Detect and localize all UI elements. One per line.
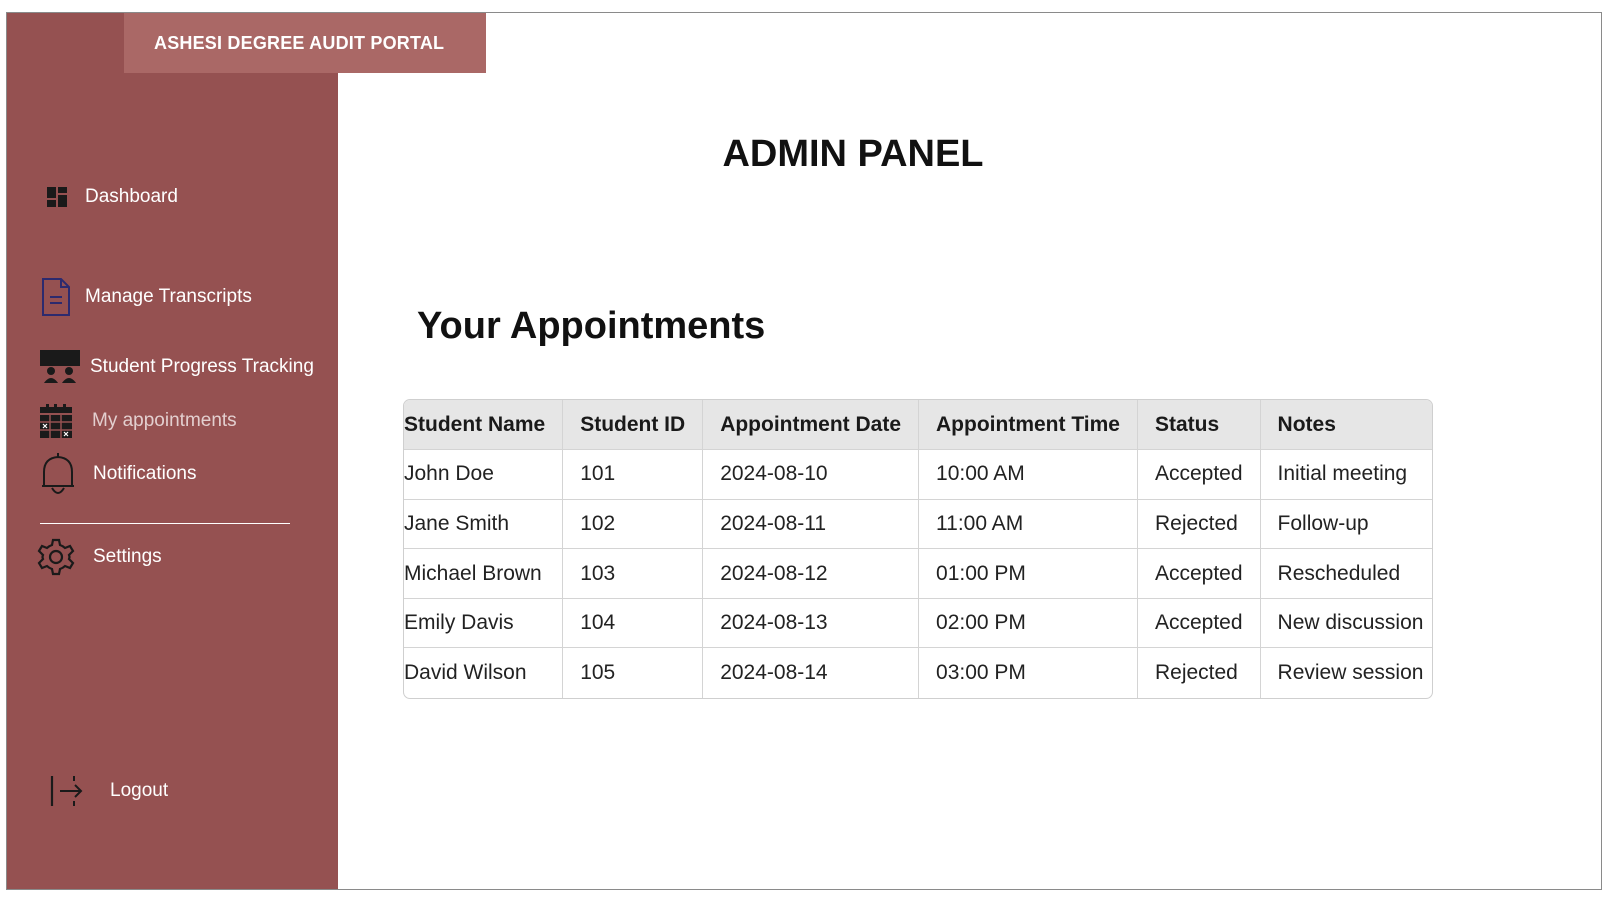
cell-status: Accepted xyxy=(1137,449,1261,500)
sidebar: ASHESI DEGREE AUDIT PORTAL Dashboard Man… xyxy=(7,13,486,889)
cell-student-name: Emily Davis xyxy=(404,598,564,649)
column-header-appointment-time: Appointment Time xyxy=(918,400,1138,451)
table-row: David Wilson 105 2024-08-14 03:00 PM Rej… xyxy=(404,647,1432,698)
cell-appointment-time: 03:00 PM xyxy=(918,647,1138,698)
table-header-row: Student Name Student ID Appointment Date… xyxy=(404,400,1432,451)
sidebar-item-manage-transcripts[interactable]: Manage Transcripts xyxy=(39,277,252,317)
dashboard-icon xyxy=(43,185,71,209)
cell-notes: Follow-up xyxy=(1260,499,1432,550)
column-header-student-name: Student Name xyxy=(404,400,564,451)
logout-icon xyxy=(47,774,87,808)
sidebar-item-label: Student Progress Tracking xyxy=(90,356,314,377)
brand-title: ASHESI DEGREE AUDIT PORTAL xyxy=(124,13,486,73)
column-header-notes: Notes xyxy=(1260,400,1432,451)
app-window: ASHESI DEGREE AUDIT PORTAL Dashboard Man… xyxy=(6,12,1602,890)
cell-appointment-date: 2024-08-13 xyxy=(702,598,920,649)
table-row: Michael Brown 103 2024-08-12 01:00 PM Ac… xyxy=(404,548,1432,599)
sidebar-item-label: Dashboard xyxy=(85,186,178,207)
cell-student-id: 101 xyxy=(562,449,704,500)
cell-student-name: Jane Smith xyxy=(404,499,564,550)
cell-appointment-time: 11:00 AM xyxy=(918,499,1138,550)
calendar-icon xyxy=(39,403,73,439)
cell-student-name: Michael Brown xyxy=(404,548,564,599)
table-row: Emily Davis 104 2024-08-13 02:00 PM Acce… xyxy=(404,598,1432,649)
cell-notes: Rescheduled xyxy=(1260,548,1432,599)
logout-label: Logout xyxy=(110,780,169,801)
appointments-table: Student Name Student ID Appointment Date… xyxy=(403,399,1433,699)
cell-student-id: 104 xyxy=(562,598,704,649)
cell-status: Accepted xyxy=(1137,598,1261,649)
column-header-status: Status xyxy=(1137,400,1261,451)
cell-appointment-date: 2024-08-12 xyxy=(702,548,920,599)
cell-notes: New discussion xyxy=(1260,598,1432,649)
table-row: John Doe 101 2024-08-10 10:00 AM Accepte… xyxy=(404,449,1432,500)
sidebar-item-label: Notifications xyxy=(93,463,197,484)
cell-student-id: 105 xyxy=(562,647,704,698)
cell-student-id: 103 xyxy=(562,548,704,599)
cell-student-name: David Wilson xyxy=(404,647,564,698)
cell-status: Accepted xyxy=(1137,548,1261,599)
section-title: Your Appointments xyxy=(417,305,766,347)
cell-appointment-time: 02:00 PM xyxy=(918,598,1138,649)
logout-button[interactable]: Logout xyxy=(47,771,168,811)
document-icon xyxy=(39,277,73,317)
gear-icon xyxy=(36,537,76,577)
cell-appointment-time: 01:00 PM xyxy=(918,548,1138,599)
sidebar-item-my-appointments[interactable]: My appointments xyxy=(39,401,237,441)
cell-status: Rejected xyxy=(1137,647,1261,698)
presentation-icon xyxy=(39,349,81,385)
cell-student-id: 102 xyxy=(562,499,704,550)
cell-student-name: John Doe xyxy=(404,449,564,500)
sidebar-item-label: Manage Transcripts xyxy=(85,286,252,307)
sidebar-item-student-progress-tracking[interactable]: Student Progress Tracking xyxy=(39,347,314,387)
sidebar-item-notifications[interactable]: Notifications xyxy=(40,449,197,499)
cell-notes: Initial meeting xyxy=(1260,449,1432,500)
sidebar-item-settings[interactable]: Settings xyxy=(36,535,162,579)
column-header-appointment-date: Appointment Date xyxy=(702,400,920,451)
sidebar-item-label: My appointments xyxy=(92,410,237,431)
cell-appointment-date: 2024-08-11 xyxy=(702,499,920,550)
column-header-student-id: Student ID xyxy=(562,400,704,451)
table-row: Jane Smith 102 2024-08-11 11:00 AM Rejec… xyxy=(404,499,1432,550)
sidebar-item-label: Settings xyxy=(93,546,162,567)
page-title: ADMIN PANEL xyxy=(722,133,984,175)
cell-appointment-time: 10:00 AM xyxy=(918,449,1138,500)
cell-appointment-date: 2024-08-10 xyxy=(702,449,920,500)
cell-appointment-date: 2024-08-14 xyxy=(702,647,920,698)
bell-icon xyxy=(40,450,76,498)
cell-notes: Review session xyxy=(1277,661,1424,685)
sidebar-item-dashboard[interactable]: Dashboard xyxy=(43,177,178,217)
cell-status: Rejected xyxy=(1137,499,1261,550)
sidebar-divider xyxy=(40,523,290,524)
